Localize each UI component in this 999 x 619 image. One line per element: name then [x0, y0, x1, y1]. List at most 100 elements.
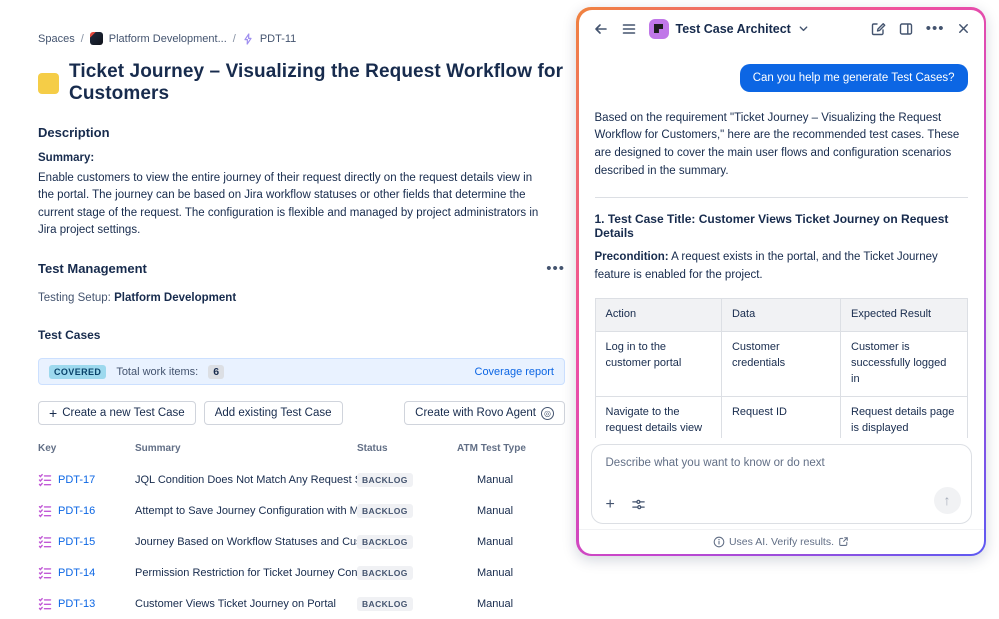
rovo-chat-panel: Test Case Architect ••• Can you help me …: [576, 7, 986, 556]
chat-input-container: + ↑: [591, 444, 972, 524]
rovo-logo-icon: ◎: [541, 407, 554, 420]
agent-avatar: [649, 19, 669, 39]
test-case-summary: Permission Restriction for Ticket Journe…: [135, 567, 357, 579]
test-case-checklist-icon: [38, 473, 52, 487]
testing-setup-label: Testing Setup:: [38, 292, 111, 304]
test-step-row: Navigate to the request details view Req…: [595, 397, 967, 438]
col-header-action: Action: [595, 299, 721, 332]
info-icon: [713, 536, 725, 548]
chat-footer: Uses AI. Verify results.: [579, 529, 984, 554]
back-icon[interactable]: [593, 21, 609, 37]
page-title: Ticket Journey – Visualizing the Request…: [69, 61, 565, 105]
table-row[interactable]: PDT-17 JQL Condition Does Not Match Any …: [38, 464, 565, 495]
status-badge[interactable]: BACKLOG: [357, 473, 413, 487]
chat-conversation: Can you help me generate Test Cases? Bas…: [579, 50, 984, 438]
create-new-test-case-button[interactable]: + Create a new Test Case: [38, 401, 196, 425]
user-message-bubble: Can you help me generate Test Cases?: [740, 64, 968, 92]
col-header-data: Data: [721, 299, 840, 332]
atm-test-type: Manual: [457, 598, 565, 610]
create-new-test-case-label: Create a new Test Case: [62, 407, 185, 419]
testing-setup-line: Testing Setup: Platform Development: [38, 292, 565, 304]
test-case-title-heading: 1. Test Case Title: Customer Views Ticke…: [595, 212, 968, 240]
plus-icon: +: [49, 405, 57, 421]
precondition-label: Precondition:: [595, 251, 669, 263]
test-case-key-link[interactable]: PDT-16: [58, 505, 95, 517]
step-expected: Request details page is displayed: [841, 397, 968, 438]
divider: [595, 197, 968, 198]
breadcrumb-separator: /: [233, 33, 236, 45]
test-case-key-link[interactable]: PDT-13: [58, 598, 95, 610]
new-conversation-icon[interactable]: [870, 21, 886, 37]
test-cases-table-header: Key Summary Status ATM Test Type: [38, 443, 565, 464]
panel-layout-icon[interactable]: [898, 21, 914, 37]
col-header-atm-type: ATM Test Type: [457, 443, 565, 454]
ai-response-intro: Based on the requirement "Ticket Journey…: [595, 110, 968, 181]
col-header-expected: Expected Result: [841, 299, 968, 332]
description-body: Enable customers to view the entire jour…: [38, 170, 543, 239]
add-existing-test-case-button[interactable]: Add existing Test Case: [204, 401, 343, 425]
space-avatar-icon: [90, 32, 103, 45]
agent-selector[interactable]: Test Case Architect: [649, 19, 809, 39]
close-icon[interactable]: [957, 22, 970, 35]
menu-icon[interactable]: [621, 21, 637, 37]
chat-header: Test Case Architect •••: [579, 10, 984, 48]
testing-setup-value: Platform Development: [114, 292, 236, 304]
uses-ai-text: Uses AI. Verify results.: [729, 536, 834, 548]
step-expected: Customer is successfully logged in: [841, 332, 968, 397]
breadcrumb: Spaces / Platform Development... / PDT-1…: [38, 32, 565, 45]
status-badge[interactable]: BACKLOG: [357, 535, 413, 549]
col-header-summary: Summary: [135, 443, 357, 454]
total-work-items-label: Total work items:: [116, 366, 198, 378]
status-badge[interactable]: BACKLOG: [357, 504, 413, 518]
uses-ai-link[interactable]: Uses AI. Verify results.: [713, 536, 849, 548]
total-work-items-count: 6: [208, 365, 224, 379]
test-case-summary: JQL Condition Does Not Match Any Request…: [135, 474, 357, 486]
work-item-bolt-icon: [242, 33, 254, 45]
more-options-icon[interactable]: •••: [546, 264, 565, 274]
create-with-rovo-agent-button[interactable]: Create with Rovo Agent ◎: [404, 401, 565, 425]
summary-label: Summary:: [38, 152, 565, 164]
test-case-checklist-icon: [38, 504, 52, 518]
col-header-key: Key: [38, 443, 135, 454]
table-row[interactable]: PDT-13 Customer Views Ticket Journey on …: [38, 588, 565, 619]
atm-test-type: Manual: [457, 474, 565, 486]
description-heading: Description: [38, 125, 565, 140]
breadcrumb-issue-link[interactable]: PDT-11: [260, 33, 296, 45]
test-case-summary: Journey Based on Workflow Statuses and C…: [135, 536, 357, 548]
step-data: Request ID: [721, 397, 840, 438]
issue-pane: Spaces / Platform Development... / PDT-1…: [0, 0, 575, 562]
test-case-key-link[interactable]: PDT-17: [58, 474, 95, 486]
breadcrumb-spaces-link[interactable]: Spaces: [38, 33, 75, 45]
precondition-line: Precondition: A request exists in the po…: [595, 249, 968, 285]
create-with-rovo-label: Create with Rovo Agent: [415, 407, 536, 419]
breadcrumb-separator: /: [81, 33, 84, 45]
status-badge[interactable]: BACKLOG: [357, 597, 413, 611]
attach-plus-icon[interactable]: +: [606, 497, 615, 513]
test-case-checklist-icon: [38, 535, 52, 549]
test-case-checklist-icon: [38, 597, 52, 611]
atm-test-type: Manual: [457, 536, 565, 548]
table-row[interactable]: PDT-15 Journey Based on Workflow Statuse…: [38, 526, 565, 557]
col-header-status: Status: [357, 443, 457, 454]
step-data: Customer credentials: [721, 332, 840, 397]
atm-test-type: Manual: [457, 567, 565, 579]
step-action: Log in to the customer portal: [595, 332, 721, 397]
test-case-checklist-icon: [38, 566, 52, 580]
status-badge[interactable]: BACKLOG: [357, 566, 413, 580]
add-existing-test-case-label: Add existing Test Case: [215, 407, 332, 419]
test-steps-table: Action Data Expected Result Log in to th…: [595, 298, 968, 437]
coverage-report-link[interactable]: Coverage report: [475, 366, 555, 378]
issue-type-color-icon: [38, 73, 59, 94]
test-case-key-link[interactable]: PDT-14: [58, 567, 95, 579]
settings-sliders-icon[interactable]: [631, 497, 646, 512]
test-cases-heading: Test Cases: [38, 328, 565, 342]
atm-test-type: Manual: [457, 505, 565, 517]
chat-input[interactable]: [592, 445, 971, 485]
test-case-key-link[interactable]: PDT-15: [58, 536, 95, 548]
chat-more-options-icon[interactable]: •••: [926, 24, 945, 34]
send-button[interactable]: ↑: [934, 487, 961, 514]
chevron-down-icon: [798, 23, 809, 34]
coverage-banner: COVERED Total work items: 6 Coverage rep…: [38, 358, 565, 385]
breadcrumb-project-link[interactable]: Platform Development...: [109, 33, 227, 45]
table-row[interactable]: PDT-16 Attempt to Save Journey Configura…: [38, 495, 565, 526]
